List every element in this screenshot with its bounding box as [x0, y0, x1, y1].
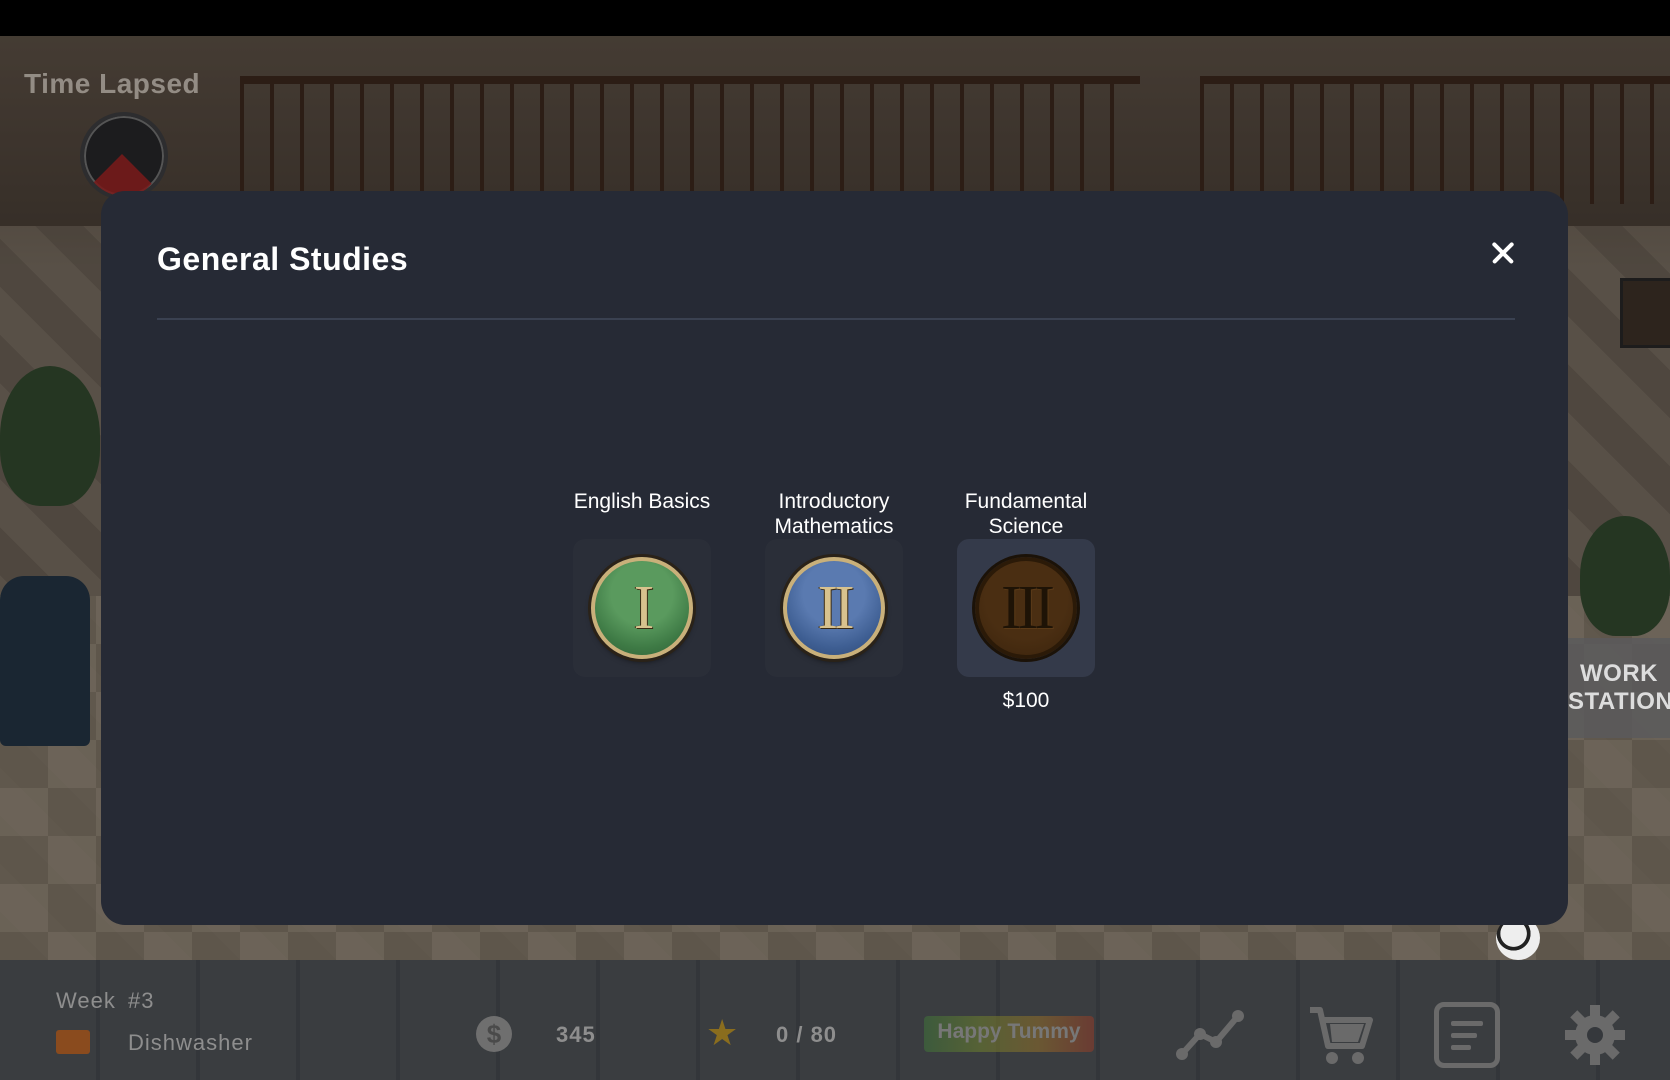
title-divider	[157, 318, 1515, 320]
shop-cart-icon[interactable]	[1306, 1002, 1376, 1068]
settings-gear-icon[interactable]	[1564, 1004, 1626, 1066]
course-tile[interactable]: II	[765, 539, 903, 677]
course-tile[interactable]: I	[573, 539, 711, 677]
course-medal-icon: II	[783, 557, 885, 659]
close-button[interactable]	[1481, 231, 1525, 275]
course-fundamental-science[interactable]: Fundamental Science III $100	[936, 489, 1116, 713]
menu-list-icon[interactable]	[1434, 1002, 1500, 1068]
course-price: $100	[1002, 689, 1050, 712]
course-name: Introductory Mathematics	[774, 490, 894, 538]
course-numeral: III	[1001, 574, 1055, 642]
course-medal-icon: I	[591, 557, 693, 659]
workstation-label: WORK STATION	[1568, 660, 1670, 715]
course-name: English Basics	[573, 490, 711, 513]
dollar-icon: $	[476, 1016, 512, 1052]
job-title: Dishwasher	[128, 1030, 253, 1055]
briefcase-icon	[56, 1030, 90, 1054]
top-black-bar	[0, 0, 1670, 36]
course-numeral: I	[633, 574, 655, 642]
workstation-sign[interactable]: WORK STATION	[1568, 638, 1670, 738]
time-lapsed-label: Time Lapsed	[24, 68, 201, 99]
course-medal-icon: III	[975, 557, 1077, 659]
course-english-basics[interactable]: English Basics I	[552, 489, 732, 677]
course-introductory-mathematics[interactable]: Introductory Mathematics II	[744, 489, 924, 677]
week-label: Week	[56, 988, 116, 1013]
course-numeral: II	[817, 574, 854, 642]
clock-icon	[80, 112, 168, 200]
course-name: Fundamental Science	[964, 490, 1088, 538]
mood-label: Happy Tummy	[937, 1020, 1081, 1043]
star-icon: ★	[706, 1012, 739, 1053]
modal-title: General Studies	[157, 241, 409, 277]
stats-icon[interactable]	[1176, 1008, 1246, 1060]
bottom-hud: Week #3 Dishwasher $ 345 ★ 0 / 80 Happy …	[0, 960, 1670, 1080]
week-value: #3	[128, 988, 155, 1013]
stars-value: 0 / 80	[776, 1022, 838, 1047]
general-studies-modal: General Studies English Basics I Introdu…	[101, 191, 1568, 925]
course-tile[interactable]: III	[957, 539, 1095, 677]
money-value: 345	[556, 1022, 596, 1047]
